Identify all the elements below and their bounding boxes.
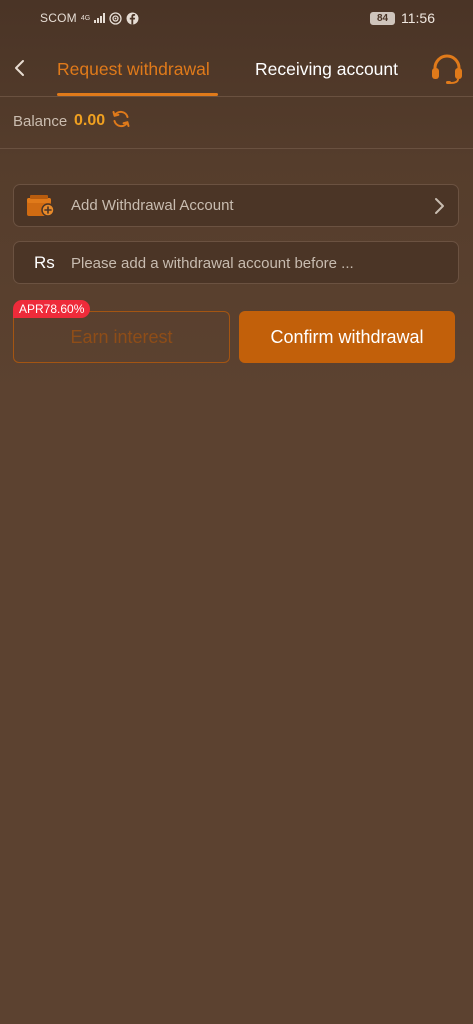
network-type: 4G — [80, 14, 91, 22]
top-nav: Request withdrawal Receiving account — [0, 40, 473, 97]
amount-field: Rs — [13, 241, 459, 284]
carrier-name: SCOM — [40, 11, 77, 25]
headset-icon[interactable] — [430, 54, 464, 84]
balance-label: Balance — [13, 113, 68, 130]
currency-label: Rs — [34, 253, 55, 272]
chevron-left-icon[interactable] — [8, 54, 32, 82]
apr-badge: APR78.60% — [13, 300, 91, 318]
facebook-icon — [126, 12, 139, 24]
signal-icon — [94, 13, 106, 23]
add-withdrawal-account-row[interactable]: Add Withdrawal Account — [13, 184, 459, 227]
tab-request-withdrawal[interactable]: Request withdrawal — [57, 59, 210, 80]
wallet-icon — [27, 195, 55, 217]
tab-receiving-account[interactable]: Receiving account — [255, 59, 398, 80]
hotspot-icon — [109, 11, 122, 25]
earn-interest-button[interactable]: Earn interest — [13, 311, 230, 363]
add-account-label: Add Withdrawal Account — [71, 197, 234, 214]
app-root: SCOM 4G 84 11:56 Request withdrawal Rece… — [0, 0, 473, 1024]
refresh-icon[interactable] — [111, 109, 131, 129]
confirm-withdrawal-button[interactable]: Confirm withdrawal — [239, 311, 455, 363]
battery-indicator: 84 — [370, 11, 395, 25]
balance-bar: Balance 0.00 — [0, 97, 473, 149]
status-right: 84 11:56 — [370, 10, 435, 26]
clock: 11:56 — [401, 10, 435, 26]
balance-value: 0.00 — [74, 112, 106, 129]
status-left: SCOM 4G — [40, 11, 139, 25]
chevron-right-icon — [435, 198, 444, 214]
amount-input[interactable] — [71, 248, 431, 278]
status-bar: SCOM 4G 84 11:56 — [0, 0, 473, 38]
active-tab-indicator — [57, 93, 218, 96]
